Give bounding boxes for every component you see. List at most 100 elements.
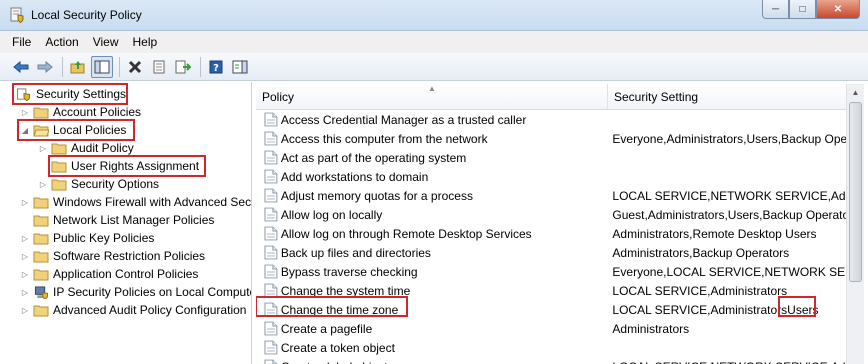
security-setting-value: LOCAL SERVICE,NETWORK SERVICE,Admini [612,360,846,364]
policy-document-icon [264,131,278,146]
security-setting-value: Guest,Administrators,Users,Backup Operat… [612,208,846,222]
security-setting-value: Everyone,Administrators,Users,Backup Ope… [612,132,846,146]
forward-icon [37,60,53,73]
tree-label: Software Restriction Policies [53,249,206,263]
show-action-pane-button[interactable] [229,56,251,78]
policy-name: Act as part of the operating system [280,150,467,165]
security-setting-text: Administrators,Remote Desktop Users [612,226,817,241]
security-setting-text: Guest,Administrators,Users,Backup Operat… [612,207,846,222]
back-icon [13,60,29,73]
folder-icon [33,215,49,226]
minimize-icon: ─ [771,3,780,15]
tree-pane: Security Settings ▷ Account Policies ◢ L… [0,82,252,364]
expand-arrow-icon[interactable]: ▷ [20,270,30,279]
folder-icon [33,197,49,208]
policy-name: Adjust memory quotas for a process [280,188,473,203]
forward-button[interactable] [34,56,56,78]
table-row[interactable]: Access Credential Manager as a trusted c… [256,110,846,129]
table-row[interactable]: Access this computer from the network Eve… [256,129,846,148]
tree-label: Account Policies [53,105,142,119]
column-header-security-setting[interactable]: Security Setting [608,84,846,110]
scroll-thumb[interactable] [849,102,862,282]
tree-item-application-control[interactable]: ▷ Application Control Policies [20,265,198,283]
tree-label: Network List Manager Policies [53,213,215,227]
close-button[interactable]: ✕ [816,0,860,19]
delete-icon [128,60,142,73]
scroll-up-icon[interactable]: ▲ [847,84,864,101]
table-row[interactable]: Act as part of the operating system [256,148,846,167]
security-setting-value: LOCAL SERVICE,NETWORK SERVICE,Admini [612,189,846,203]
up-folder-icon [70,60,85,73]
expand-arrow-icon[interactable]: ▷ [20,288,30,297]
policy-name: Create a pagefile [280,321,373,336]
table-row[interactable]: Allow log on locally Guest,Administrators… [256,205,846,224]
table-row[interactable]: Create a pagefile Administrators [256,319,846,338]
policy-name: Create a token object [280,340,395,355]
policy-document-icon [264,340,278,355]
tree-item-public-key-policies[interactable]: ▷ Public Key Policies [20,229,154,247]
minimize-button[interactable]: ─ [762,0,789,19]
policy-name: Allow log on locally [280,207,383,222]
expand-arrow-icon[interactable]: ▷ [20,252,30,261]
menu-file[interactable]: File [12,35,31,49]
expand-arrow-icon[interactable]: ▷ [20,234,30,243]
delete-button[interactable] [124,56,146,78]
menu-help[interactable]: Help [133,35,158,49]
menu-action[interactable]: Action [45,35,78,49]
policy-document-icon [264,207,278,222]
folder-icon [51,143,67,154]
vertical-scrollbar[interactable]: ▲ [846,84,864,364]
help-button[interactable]: ? [205,56,227,78]
tree-item-security-options[interactable]: ▷ Security Options [38,175,159,193]
list-header: Policy ▲ Security Setting [256,84,846,110]
table-row[interactable]: Create global objectsLOCAL SERVICE,NETWO… [256,357,846,364]
tree-item-advanced-audit[interactable]: ▷ Advanced Audit Policy Configuration [20,301,247,319]
expand-arrow-icon[interactable]: ▷ [38,144,48,153]
tree-item-software-restriction[interactable]: ▷ Software Restriction Policies [20,247,205,265]
menu-bar: File Action View Help [0,31,868,53]
security-setting-text: LOCAL SERVICE,Administrators [612,302,788,317]
column-header-label: Policy [262,90,295,104]
menu-view[interactable]: View [93,35,119,49]
tree-label: Application Control Policies [53,267,199,281]
toolbar: ? [0,53,868,81]
table-row[interactable]: Allow log on through Remote Desktop Serv… [256,224,846,243]
properties-icon [153,60,165,73]
export-icon [175,60,191,73]
maximize-button[interactable]: □ [789,0,816,19]
expand-arrow-icon[interactable]: ▷ [20,198,30,207]
policy-name: Access Credential Manager as a trusted c… [280,112,527,127]
tree-label: Audit Policy [71,141,134,155]
policy-list-pane: Policy ▲ Security Setting Access Credent… [256,82,868,364]
tree-label: Windows Firewall with Advanced Secu [53,195,252,209]
tree-item-windows-firewall[interactable]: ▷ Windows Firewall with Advanced Secu [20,193,252,211]
expand-arrow-icon[interactable]: ▷ [20,108,30,117]
toolbar-separator [119,56,120,77]
security-setting-text: Everyone,Administrators,Users,Backup Ope… [612,131,846,146]
expand-arrow-icon[interactable]: ▷ [38,180,48,189]
up-folder-button[interactable] [67,56,89,78]
tree-item-ip-security[interactable]: ▷ IP Security Policies on Local Compute [20,283,251,301]
table-row[interactable]: Back up files and directories Administrat… [256,243,846,262]
tree-item-network-list-manager[interactable]: Network List Manager Policies [20,211,214,229]
back-button[interactable] [10,56,32,78]
security-setting-value: Administrators [612,322,846,336]
policy-name: Back up files and directories [280,245,431,260]
properties-button[interactable] [148,56,170,78]
show-hide-tree-button[interactable] [91,55,113,78]
table-row[interactable]: Add workstations to domain [256,167,846,186]
maximize-icon: □ [799,3,806,15]
toolbar-separator [62,56,63,77]
security-setting-value: Administrators,Backup Operators [612,246,846,260]
policy-document-icon [264,169,278,184]
help-icon: ? [209,60,223,74]
policy-document-icon [264,359,278,364]
security-setting-value: Everyone,LOCAL SERVICE,NETWORK SERVIC [612,265,846,279]
table-row[interactable]: Adjust memory quotas for a process LOCAL … [256,186,846,205]
expand-arrow-icon[interactable]: ▷ [20,306,30,315]
table-row[interactable]: Bypass traverse checking Everyone,LOCAL S… [256,262,846,281]
highlight-box [256,296,408,317]
security-setting-text: Administrators,Backup Operators [612,245,790,260]
table-row[interactable]: Create a token object [256,338,846,357]
export-list-button[interactable] [172,56,194,78]
